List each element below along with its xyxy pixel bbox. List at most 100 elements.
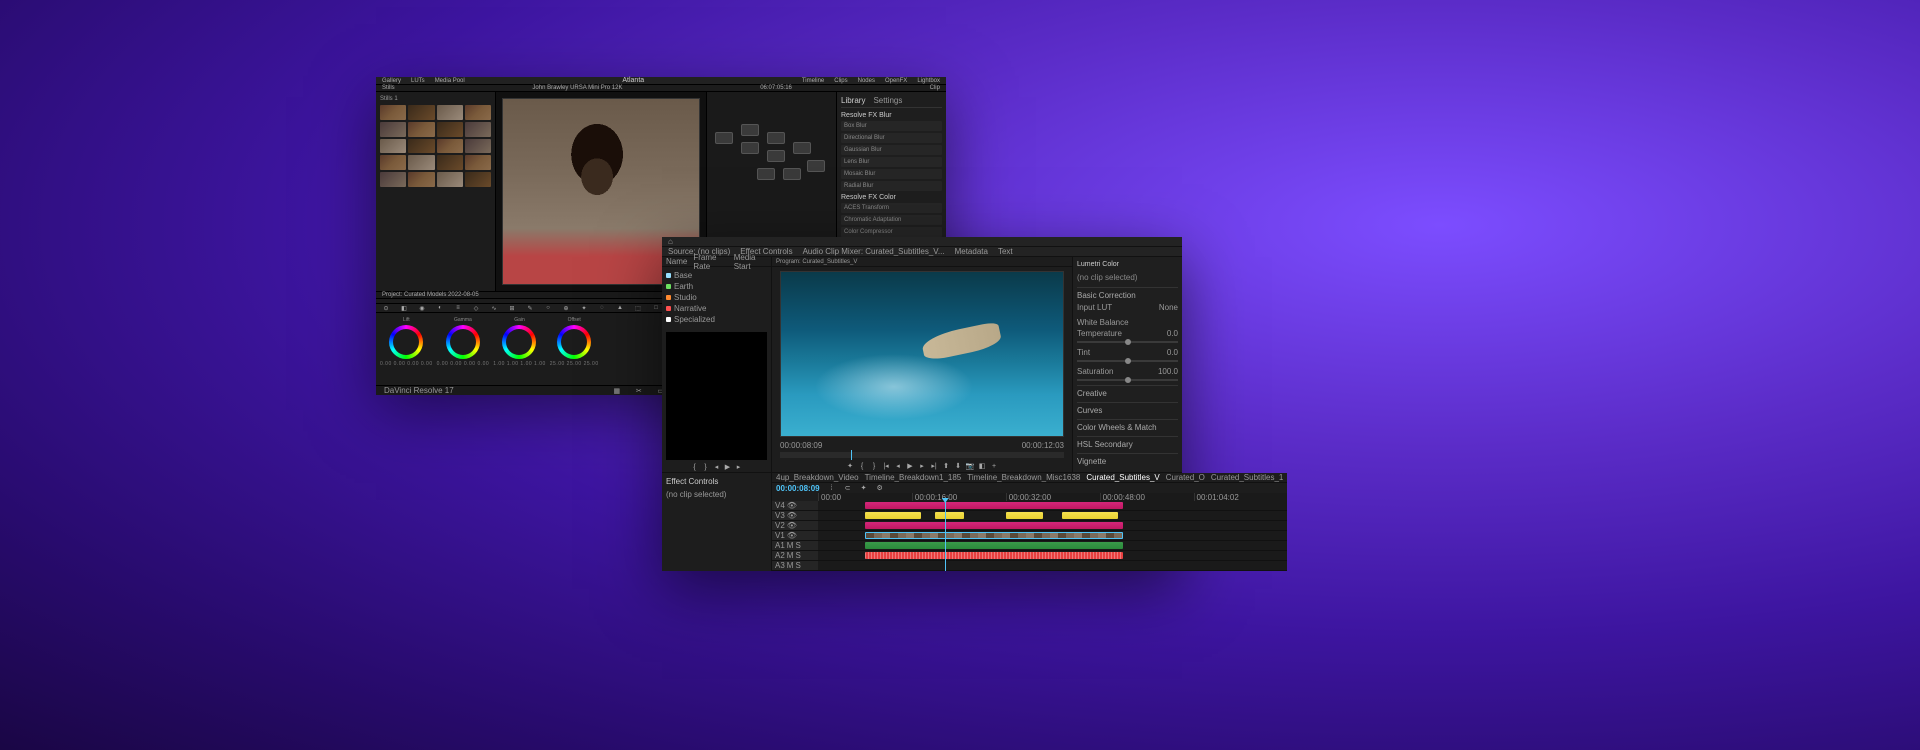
lumetri-section[interactable]: Basic Correction bbox=[1077, 287, 1178, 300]
lumetri-section[interactable]: Curves bbox=[1077, 402, 1178, 415]
track-content[interactable] bbox=[818, 501, 1287, 571]
track-header-v2[interactable]: V2👁 bbox=[772, 521, 818, 531]
timecode-current[interactable]: 00:00:08:09 bbox=[780, 441, 822, 450]
marker-item[interactable]: Specialized bbox=[666, 315, 767, 324]
track-v4[interactable] bbox=[818, 501, 1287, 511]
blur-icon[interactable]: ◌ bbox=[598, 304, 606, 312]
marker-icon[interactable]: ✦ bbox=[860, 484, 868, 492]
panel-tab-text[interactable]: Text bbox=[998, 247, 1013, 256]
still-thumb[interactable] bbox=[380, 155, 406, 170]
still-thumb[interactable] bbox=[465, 122, 491, 137]
panel-tab-metadata[interactable]: Metadata bbox=[955, 247, 988, 256]
tab-gallery[interactable]: Gallery bbox=[382, 78, 401, 84]
goto-out-icon[interactable]: ▸| bbox=[930, 462, 938, 470]
hdr-icon[interactable]: ◐ bbox=[436, 304, 444, 312]
track-header-a1[interactable]: A1MS bbox=[772, 541, 818, 551]
node[interactable] bbox=[807, 160, 825, 172]
goto-in-icon[interactable]: |◂ bbox=[882, 462, 890, 470]
mark-in-icon[interactable]: { bbox=[858, 462, 866, 470]
still-thumb[interactable] bbox=[380, 105, 406, 120]
marker-item[interactable]: Earth bbox=[666, 282, 767, 291]
track-a1[interactable] bbox=[818, 541, 1287, 551]
audio-clip[interactable] bbox=[865, 542, 1123, 549]
page-cut-icon[interactable]: ✂ bbox=[635, 387, 643, 395]
wheels-icon[interactable]: ◉ bbox=[418, 304, 426, 312]
page-media-icon[interactable]: ▦ bbox=[613, 387, 621, 395]
tab-settings[interactable]: Settings bbox=[873, 96, 902, 105]
fx-item[interactable]: Mosaic Blur bbox=[841, 169, 942, 179]
menu-item[interactable]: ⌂ bbox=[668, 237, 673, 246]
tab-library[interactable]: Library bbox=[841, 96, 865, 105]
still-thumb[interactable] bbox=[408, 105, 434, 120]
settings-icon[interactable]: + bbox=[990, 462, 998, 470]
param-value[interactable]: 0.0 bbox=[1167, 348, 1178, 357]
node[interactable] bbox=[741, 124, 759, 136]
tab-openfx[interactable]: OpenFX bbox=[885, 78, 907, 84]
still-thumb[interactable] bbox=[408, 172, 434, 187]
fx-item[interactable]: Radial Blur bbox=[841, 181, 942, 191]
still-thumb[interactable] bbox=[437, 172, 463, 187]
rgb-mixer-icon[interactable]: ≡ bbox=[454, 304, 462, 312]
tracking-icon[interactable]: ⊕ bbox=[562, 304, 570, 312]
sequence-tab[interactable]: 4up_Breakdown_Video bbox=[776, 473, 859, 482]
wheel-values[interactable]: 0.00 0.00 0.00 0.00 bbox=[437, 361, 490, 367]
video-clip[interactable] bbox=[865, 502, 1123, 509]
sequence-tab[interactable]: Curated_Subtitles_V bbox=[1086, 473, 1159, 482]
tab-luts[interactable]: LUTs bbox=[411, 78, 425, 84]
lumetri-section[interactable]: Creative bbox=[1077, 385, 1178, 398]
qualifier-icon[interactable]: ✎ bbox=[526, 304, 534, 312]
fx-item[interactable]: Chromatic Adaptation bbox=[841, 215, 942, 225]
fx-item[interactable]: Lens Blur bbox=[841, 157, 942, 167]
still-thumb[interactable] bbox=[437, 105, 463, 120]
marker-item[interactable]: Studio bbox=[666, 293, 767, 302]
video-clip[interactable] bbox=[1006, 512, 1044, 519]
node[interactable] bbox=[793, 142, 811, 154]
still-thumb[interactable] bbox=[465, 155, 491, 170]
fx-item[interactable]: ACES Transform bbox=[841, 203, 942, 213]
node[interactable] bbox=[741, 142, 759, 154]
marker-item[interactable]: Narrative bbox=[666, 304, 767, 313]
track-v1[interactable] bbox=[818, 531, 1287, 541]
offset-wheel[interactable]: Offset25.00 25.00 25.00 bbox=[550, 317, 599, 367]
still-thumb[interactable] bbox=[408, 139, 434, 154]
still-thumb[interactable] bbox=[465, 172, 491, 187]
extract-icon[interactable]: ⬇ bbox=[954, 462, 962, 470]
param-value[interactable]: None bbox=[1159, 303, 1178, 312]
still-thumb[interactable] bbox=[465, 105, 491, 120]
still-thumb[interactable] bbox=[380, 139, 406, 154]
tab-nodes[interactable]: Nodes bbox=[858, 78, 875, 84]
node[interactable] bbox=[767, 150, 785, 162]
timeline-timecode[interactable]: 00:00:08:09 bbox=[776, 484, 820, 493]
step-fwd-icon[interactable]: ▸ bbox=[918, 462, 926, 470]
panel-tab-audiomixer[interactable]: Audio Clip Mixer: Curated_Subtitles_V... bbox=[803, 247, 945, 256]
playhead[interactable] bbox=[945, 501, 946, 571]
video-clip[interactable] bbox=[935, 512, 963, 519]
still-thumb[interactable] bbox=[437, 122, 463, 137]
tab-timeline[interactable]: Timeline bbox=[802, 78, 824, 84]
fx-item[interactable]: Color Compressor bbox=[841, 227, 942, 237]
sequence-tab[interactable]: Timeline_Breakdown1_185 bbox=[865, 473, 962, 482]
tint-slider[interactable] bbox=[1077, 360, 1178, 362]
gain-wheel[interactable]: Gain1.00 1.00 1.00 1.00 bbox=[493, 317, 546, 367]
still-thumb[interactable] bbox=[408, 155, 434, 170]
play-icon[interactable]: ▶ bbox=[724, 463, 732, 471]
node[interactable] bbox=[783, 168, 801, 180]
camera-raw-icon[interactable]: ⊙ bbox=[382, 304, 390, 312]
mark-out-icon[interactable]: } bbox=[870, 462, 878, 470]
curves-icon[interactable]: ∿ bbox=[490, 304, 498, 312]
fx-item[interactable]: Directional Blur bbox=[841, 133, 942, 143]
param-value[interactable]: 100.0 bbox=[1158, 367, 1178, 376]
track-header-v3[interactable]: V3👁 bbox=[772, 511, 818, 521]
mark-in-icon[interactable]: { bbox=[691, 463, 699, 471]
timeline-ruler[interactable]: 00:00 00:00:16:00 00:00:32:00 00:00:48:0… bbox=[818, 493, 1287, 501]
node[interactable] bbox=[715, 132, 733, 144]
track-header-a2[interactable]: A2MS bbox=[772, 551, 818, 561]
node[interactable] bbox=[767, 132, 785, 144]
node[interactable] bbox=[757, 168, 775, 180]
video-clip[interactable] bbox=[865, 532, 1123, 539]
track-header-v4[interactable]: V4👁 bbox=[772, 501, 818, 511]
lift-wheel[interactable]: Lift0.00 0.00 0.00 0.00 bbox=[380, 317, 433, 367]
track-header-a3[interactable]: A3MS bbox=[772, 561, 818, 571]
marker-item[interactable]: Base bbox=[666, 271, 767, 280]
magic-mask-icon[interactable]: ✦ bbox=[580, 304, 588, 312]
